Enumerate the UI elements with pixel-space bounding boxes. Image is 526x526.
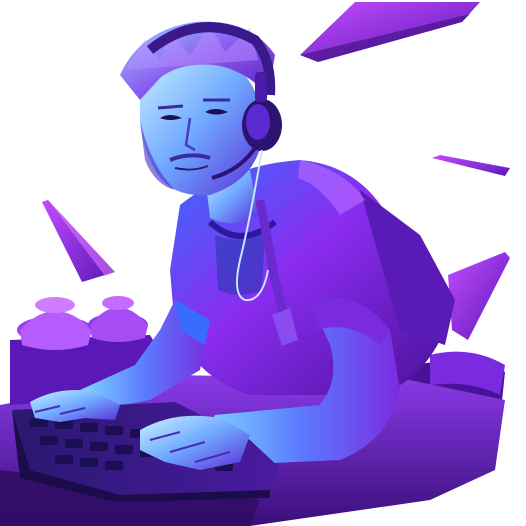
gamer-illustration [0,2,510,526]
illustration-canvas [0,0,526,526]
shard-right-panel [448,252,510,340]
shard-right-thin [432,155,510,176]
